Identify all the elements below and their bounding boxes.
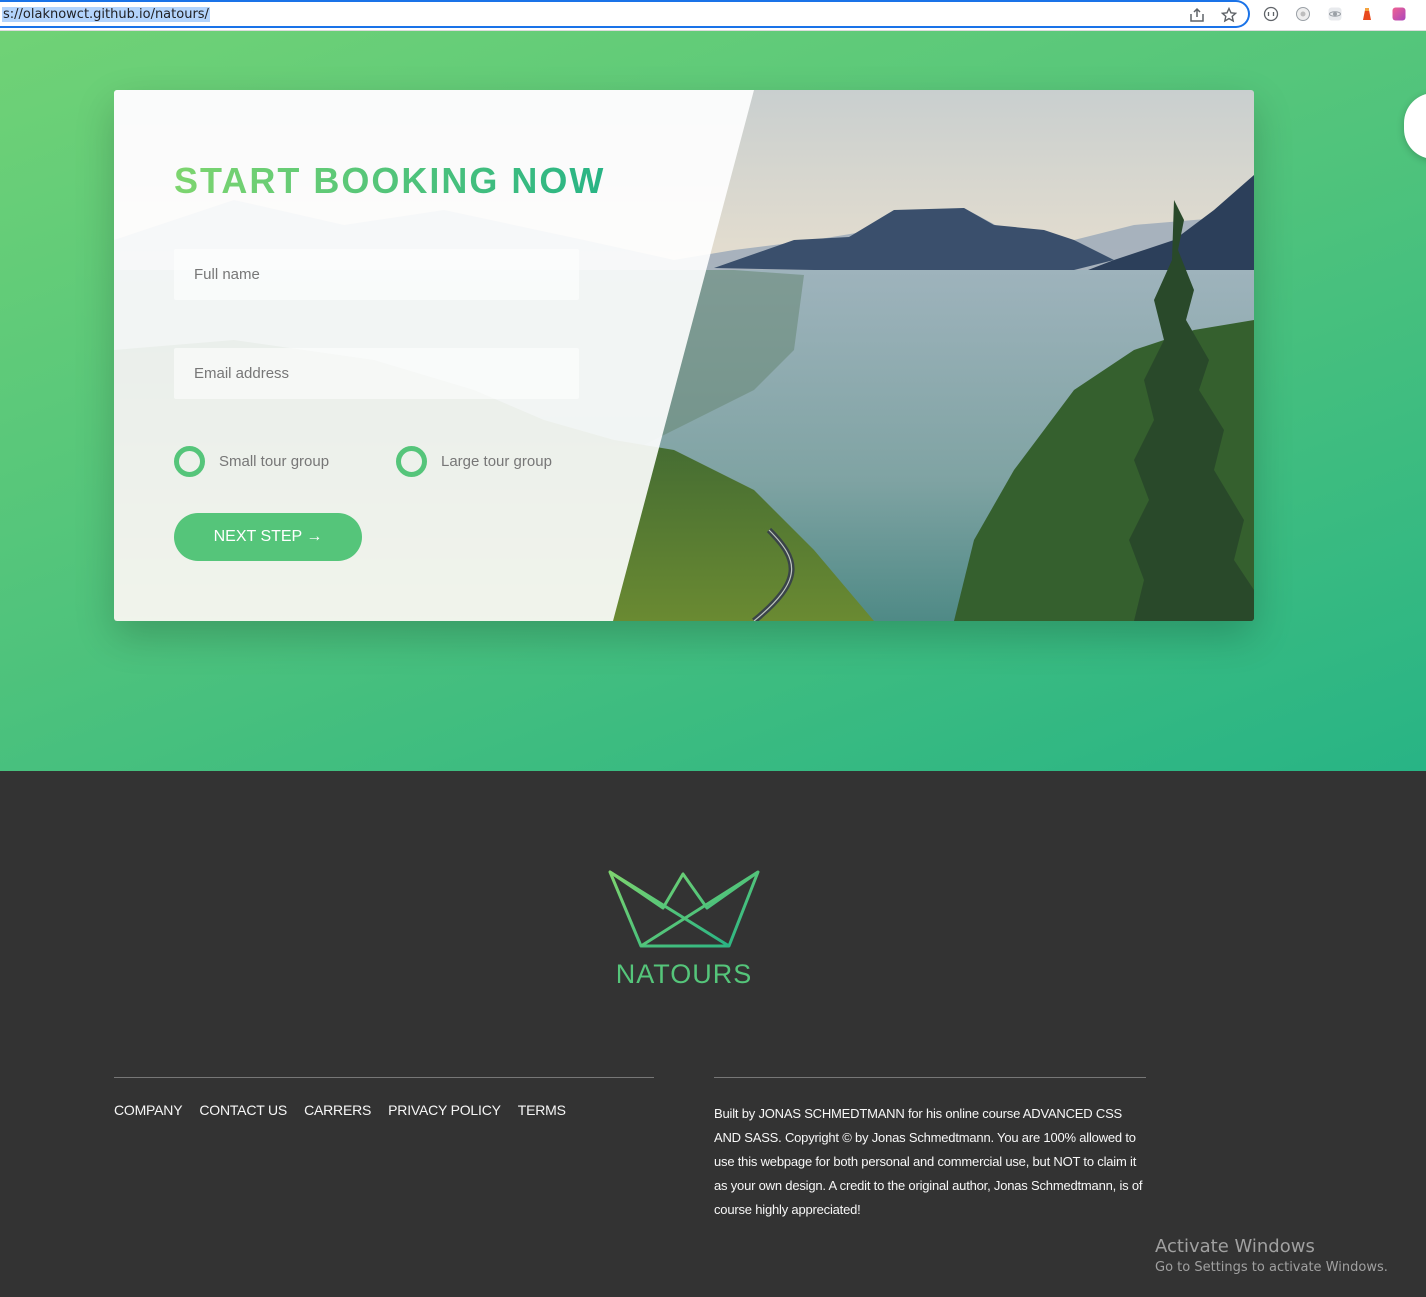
- footer-link-privacy-policy[interactable]: PRIVACY POLICY: [388, 1102, 501, 1118]
- booking-title: START BOOKING NOW: [174, 160, 606, 201]
- next-step-button[interactable]: NEXT STEP →: [174, 513, 362, 561]
- footer: NATOURS COMPANY CONTACT US CARRERS PRIVA…: [0, 771, 1426, 1297]
- large-tour-radio[interactable]: Large tour group: [396, 446, 552, 477]
- footer-link-carrers[interactable]: CARRERS: [304, 1102, 371, 1118]
- star-icon[interactable]: [1220, 6, 1238, 24]
- extension-icon-2[interactable]: [1294, 5, 1312, 23]
- logo-text: NATOURS: [615, 959, 753, 989]
- address-bar[interactable]: s://olaknowct.github.io/natours/: [0, 0, 1250, 28]
- windows-activation-watermark: Activate Windows Go to Settings to activ…: [1155, 1236, 1388, 1275]
- radio-circle-icon[interactable]: [396, 446, 427, 477]
- activation-title: Activate Windows: [1155, 1236, 1315, 1257]
- side-menu-button[interactable]: ⋮: [1404, 93, 1426, 159]
- extension-icon-3[interactable]: [1326, 5, 1344, 23]
- menu-icon: ⋮: [1418, 112, 1426, 137]
- url-text[interactable]: s://olaknowct.github.io/natours/: [2, 7, 210, 22]
- small-tour-label[interactable]: Small tour group: [219, 453, 329, 470]
- booking-section: ⋮: [0, 31, 1426, 771]
- small-tour-radio[interactable]: Small tour group: [174, 446, 329, 477]
- email-input[interactable]: [174, 348, 579, 399]
- large-tour-label[interactable]: Large tour group: [441, 453, 552, 470]
- extension-icon-1[interactable]: [1262, 5, 1280, 23]
- radio-circle-icon[interactable]: [174, 446, 205, 477]
- full-name-input[interactable]: [174, 249, 579, 300]
- footer-navigation: COMPANY CONTACT US CARRERS PRIVACY POLIC…: [114, 1077, 654, 1118]
- activation-subtitle: Go to Settings to activate Windows.: [1155, 1260, 1388, 1275]
- browser-toolbar: s://olaknowct.github.io/natours/: [0, 0, 1426, 31]
- extension-icon-5[interactable]: [1390, 5, 1408, 23]
- footer-link-company[interactable]: COMPANY: [114, 1102, 183, 1118]
- natours-crown-logo-icon: [608, 870, 760, 948]
- footer-link-contact-us[interactable]: CONTACT US: [199, 1102, 287, 1118]
- footer-copyright: Built by JONAS SCHMEDTMANN for his onlin…: [714, 1077, 1146, 1222]
- share-icon[interactable]: [1188, 6, 1206, 24]
- booking-card: START BOOKING NOW Small tour group Large…: [114, 90, 1254, 621]
- footer-link-terms[interactable]: TERMS: [518, 1102, 566, 1118]
- extension-icon-4[interactable]: [1358, 5, 1376, 23]
